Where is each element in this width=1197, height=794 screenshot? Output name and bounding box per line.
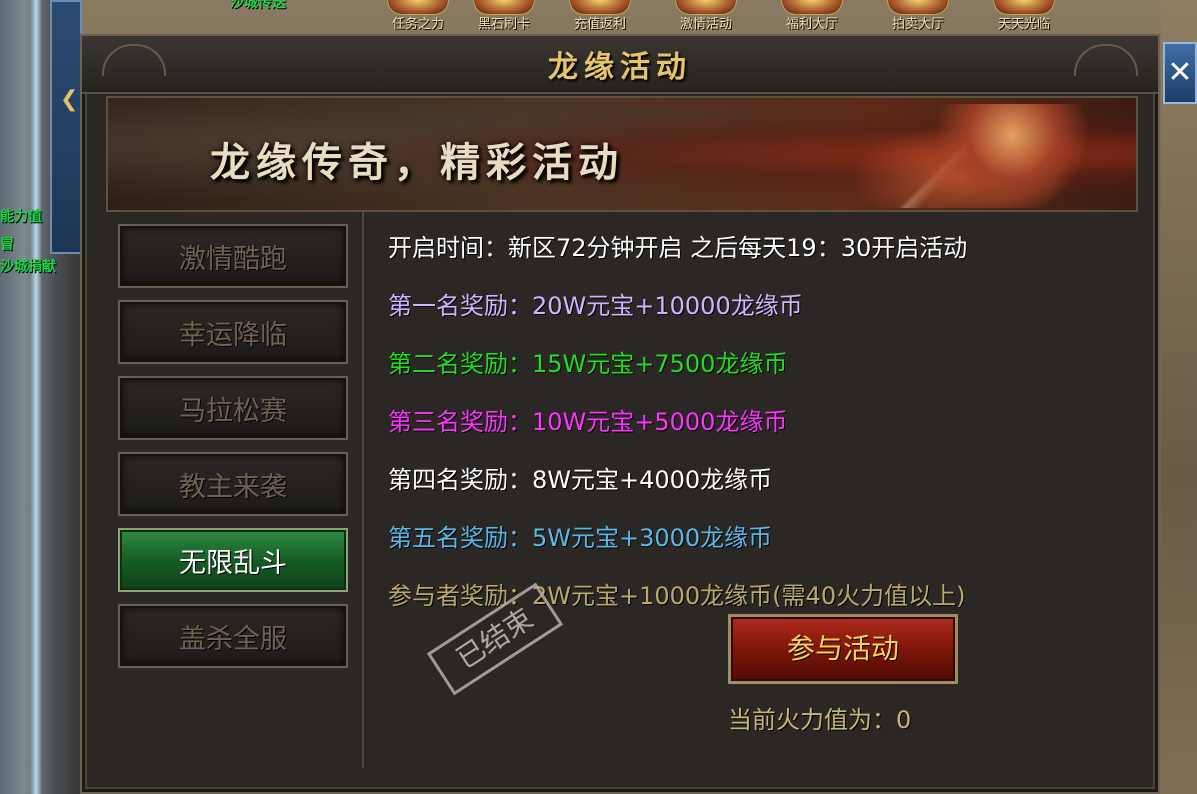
reward-line-5: 第五名奖励：5W元宝+3000龙缘币 <box>388 518 772 553</box>
join-activity-button[interactable]: 参与活动 <box>728 614 958 684</box>
reward-label: 第二名奖励： <box>388 350 532 378</box>
reward-line-participant: 参与者奖励：2W元宝+1000龙缘币(需40火力值以上) <box>388 576 965 611</box>
activity-dialog: 龙缘活动 龙缘传奇，精彩活动 激情酷跑 幸运降临 马拉松赛 教主来袭 无限乱斗 … <box>80 34 1160 794</box>
activity-icon-6[interactable]: 拍卖大厅 <box>870 0 966 32</box>
reward-label: 第一名奖励： <box>388 292 532 320</box>
reward-label: 第三名奖励： <box>388 408 532 436</box>
reward-line-4: 第四名奖励：8W元宝+4000龙缘币 <box>388 460 772 495</box>
top-activity-bar: 沙城传送 任务之力 黑石刷卡 充值返利 激情活动 福利大厅 拍卖大厅 天天光临 <box>230 0 1170 34</box>
activity-icon-1[interactable]: 任务之力 <box>370 0 466 32</box>
teleport-label[interactable]: 沙城传送 <box>230 0 286 12</box>
activity-icon-7[interactable]: 天天光临 <box>976 0 1072 32</box>
dialog-title: 龙缘活动 <box>548 50 692 85</box>
dialog-header: 龙缘活动 <box>82 36 1158 94</box>
open-time-value: 新区72分钟开启 之后每天19：30开启活动 <box>508 234 968 262</box>
activity-tab-list: 激情酷跑 幸运降临 马拉松赛 教主来袭 无限乱斗 盖杀全服 <box>100 212 364 768</box>
reward-value: 15W元宝+7500龙缘币 <box>532 350 788 378</box>
reward-label: 第五名奖励： <box>388 524 532 552</box>
tab-free-for-all[interactable]: 无限乱斗 <box>118 528 348 592</box>
reward-line-3: 第三名奖励：10W元宝+5000龙缘币 <box>388 402 787 437</box>
close-button[interactable]: ✕ <box>1163 42 1197 104</box>
firepower-readout: 当前火力值为：0 <box>728 700 911 735</box>
reward-value: 5W元宝+3000龙缘币 <box>532 524 773 552</box>
side-panel-edge[interactable] <box>50 0 82 254</box>
firepower-value: 0 <box>896 706 912 734</box>
tab-marathon[interactable]: 马拉松赛 <box>118 376 348 440</box>
banner-title: 龙缘传奇，精彩活动 <box>210 139 624 186</box>
left-label-stat: 能力值 <box>0 209 42 225</box>
right-scene-strip <box>1161 0 1197 794</box>
tab-server-kill[interactable]: 盖杀全服 <box>118 604 348 668</box>
tab-boss-raid[interactable]: 教主来袭 <box>118 452 348 516</box>
activity-details: 开启时间：新区72分钟开启 之后每天19：30开启活动 第一名奖励：20W元宝+… <box>388 212 1138 768</box>
tab-parkour[interactable]: 激情酷跑 <box>118 224 348 288</box>
firepower-label: 当前火力值为： <box>728 706 896 734</box>
open-time-line: 开启时间：新区72分钟开启 之后每天19：30开启活动 <box>388 228 967 263</box>
reward-line-1: 第一名奖励：20W元宝+10000龙缘币 <box>388 286 803 321</box>
left-label-donate[interactable]: 沙城捐献 <box>0 256 56 276</box>
reward-value: 8W元宝+4000龙缘币 <box>532 466 773 494</box>
left-label-small: 冒 <box>0 237 14 253</box>
activity-icon-5[interactable]: 福利大厅 <box>764 0 860 32</box>
open-time-label: 开启时间： <box>388 234 508 262</box>
activity-banner: 龙缘传奇，精彩活动 <box>106 96 1138 212</box>
reward-value: 10W元宝+5000龙缘币 <box>532 408 788 436</box>
expand-arrow-icon[interactable]: ❮ <box>60 80 78 120</box>
tab-lucky[interactable]: 幸运降临 <box>118 300 348 364</box>
reward-value: 2W元宝+1000龙缘币(需40火力值以上) <box>532 582 966 610</box>
activity-icon-4[interactable]: 激情活动 <box>658 0 754 32</box>
hero-illustration <box>856 104 1116 208</box>
activity-icon-3[interactable]: 充值返利 <box>552 0 648 32</box>
light-beam <box>30 0 42 794</box>
reward-label: 第四名奖励： <box>388 466 532 494</box>
reward-value: 20W元宝+10000龙缘币 <box>532 292 803 320</box>
reward-line-2: 第二名奖励：15W元宝+7500龙缘币 <box>388 344 787 379</box>
activity-icon-2[interactable]: 黑石刷卡 <box>456 0 552 32</box>
